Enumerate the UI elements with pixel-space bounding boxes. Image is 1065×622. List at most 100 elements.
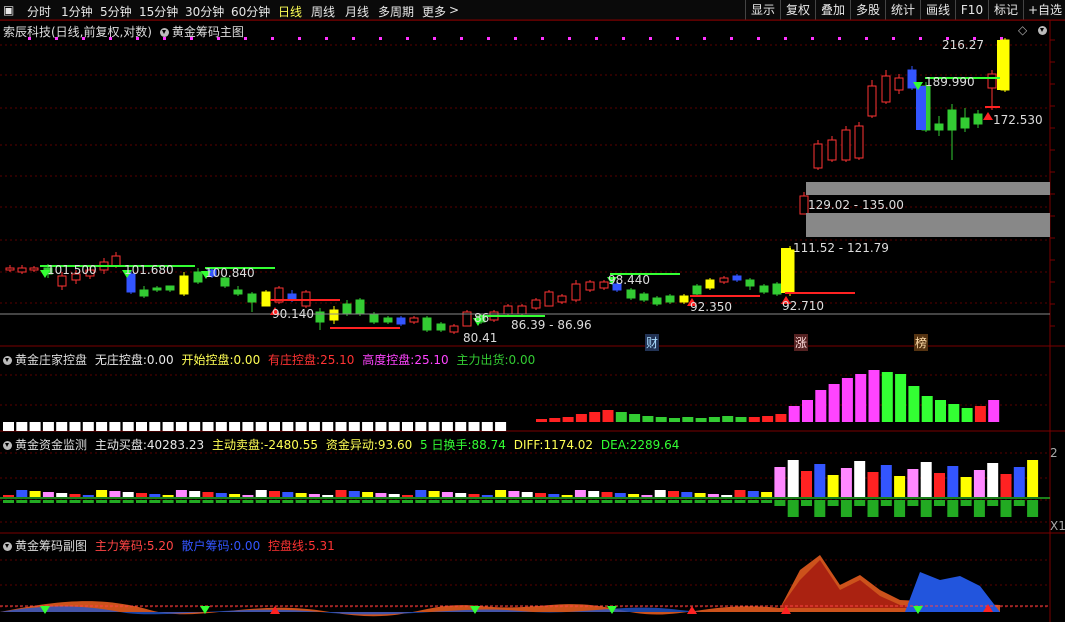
hist-bar bbox=[695, 418, 707, 422]
candle-body bbox=[179, 275, 189, 295]
flow-bar-up bbox=[654, 490, 666, 497]
hist-bar bbox=[428, 422, 440, 431]
candle-body bbox=[705, 279, 715, 289]
hist-bar bbox=[908, 386, 920, 422]
flow-bar-down bbox=[468, 500, 480, 503]
candle-body bbox=[781, 248, 791, 293]
indicator-name[interactable]: 黄金筹码副图 bbox=[15, 539, 87, 553]
legend-label: DIFF: bbox=[513, 438, 544, 452]
signal-dot bbox=[865, 37, 868, 40]
flow-bar-down bbox=[402, 500, 413, 503]
flow-bar-down bbox=[654, 500, 666, 503]
flow-bar-down bbox=[694, 500, 706, 503]
flow-bar-down bbox=[854, 500, 866, 506]
legend-label: 控盘线: bbox=[268, 539, 309, 553]
flow-bar-up bbox=[348, 491, 360, 497]
candle-body bbox=[841, 129, 851, 161]
flow-bar-down bbox=[175, 500, 187, 503]
flow-bar-up bbox=[202, 492, 214, 497]
legend-label: 主动卖盘: bbox=[211, 438, 265, 452]
legend-value: 93.60 bbox=[377, 438, 413, 452]
candle-body bbox=[585, 281, 595, 291]
flow-bar-up bbox=[109, 491, 121, 497]
flow-bar-up bbox=[721, 495, 733, 497]
hist-bar bbox=[362, 422, 374, 431]
event-marker-list[interactable]: 榜 bbox=[914, 334, 929, 351]
hist-bar bbox=[29, 422, 41, 431]
signal-dot bbox=[838, 37, 841, 40]
signal-dot bbox=[784, 37, 787, 40]
candle-body bbox=[772, 283, 782, 295]
candle-body bbox=[854, 125, 864, 159]
flow-bar-up bbox=[694, 493, 706, 497]
flow-bar-up bbox=[242, 495, 254, 497]
hist-bar bbox=[42, 422, 54, 431]
flow-bar-down bbox=[202, 500, 214, 503]
flow-bar-up bbox=[402, 495, 413, 497]
signal-dot bbox=[730, 37, 733, 40]
flow-bar-down bbox=[495, 500, 507, 503]
candle-body bbox=[719, 277, 729, 283]
flow-bar-down bbox=[42, 500, 54, 503]
flow-bar-down bbox=[428, 500, 440, 503]
flow-bar-up bbox=[601, 492, 613, 497]
legend-value: 5.31 bbox=[308, 539, 335, 553]
candle-body bbox=[422, 317, 432, 331]
hist-bar bbox=[56, 422, 68, 431]
candle-body bbox=[355, 299, 365, 315]
event-marker-rise[interactable]: 涨 bbox=[794, 334, 809, 351]
candle-body bbox=[57, 275, 67, 287]
price-label: 80.41 bbox=[463, 331, 498, 345]
signal-dot bbox=[757, 37, 760, 40]
hist-bar bbox=[468, 422, 480, 431]
price-label: 111.52 - 121.79 bbox=[793, 241, 889, 255]
indicator-name[interactable]: 黄金庄家控盘 bbox=[15, 353, 87, 367]
hist-bar bbox=[402, 422, 413, 431]
flow-bar-up bbox=[561, 495, 573, 497]
indicator-menu-icon[interactable] bbox=[3, 542, 12, 551]
flow-bar-down bbox=[1027, 500, 1039, 517]
price-label: 92.710 bbox=[782, 299, 824, 313]
flow-bar-down bbox=[681, 500, 693, 503]
flow-bar-up bbox=[16, 490, 28, 497]
candle-body bbox=[692, 285, 702, 295]
flow-bar-up bbox=[920, 462, 932, 497]
flow-bar-up bbox=[255, 490, 267, 497]
hist-bar bbox=[775, 414, 787, 422]
hist-bar bbox=[762, 416, 774, 422]
flow-bar-down bbox=[947, 500, 959, 517]
flow-bar-up bbox=[295, 493, 307, 497]
chart-menu-icon[interactable] bbox=[1038, 23, 1050, 37]
candle-body bbox=[503, 305, 513, 315]
flow-bar-down bbox=[255, 500, 267, 503]
hist-bar bbox=[948, 404, 960, 422]
indicator-name[interactable]: 黄金筹码主图 bbox=[172, 25, 244, 39]
signal-dot bbox=[244, 37, 247, 40]
hist-bar bbox=[815, 390, 827, 422]
indicator-menu-icon[interactable] bbox=[3, 356, 12, 365]
flow-bar-up bbox=[880, 465, 892, 497]
flow-bar-down bbox=[441, 500, 453, 503]
signal-dot bbox=[568, 37, 571, 40]
flow-bar-down bbox=[801, 500, 812, 506]
flow-bar-down bbox=[761, 500, 773, 503]
signal-dot bbox=[703, 37, 706, 40]
legend-label: 无庄控盘: bbox=[94, 353, 147, 367]
indicator-menu-icon[interactable] bbox=[3, 441, 12, 450]
flow-bar-down bbox=[588, 500, 600, 503]
indicator-name[interactable]: 黄金资金监测 bbox=[15, 438, 87, 452]
candle-body bbox=[867, 85, 877, 117]
legend-label: 主动买盘: bbox=[94, 438, 147, 452]
candle-body bbox=[17, 267, 27, 273]
diamond-icon[interactable]: ◇ bbox=[1018, 23, 1027, 37]
price-label: 92.350 bbox=[690, 300, 732, 314]
candle-body bbox=[531, 299, 541, 309]
hist-bar bbox=[96, 422, 108, 431]
chart-canvas bbox=[0, 19, 1065, 622]
indicator-menu-icon[interactable] bbox=[159, 28, 169, 37]
event-marker-finance[interactable]: 财 bbox=[645, 334, 660, 351]
candle-body bbox=[626, 289, 636, 299]
flow-bar-down bbox=[747, 500, 759, 503]
candle-body bbox=[29, 267, 39, 271]
candle-body bbox=[139, 289, 149, 297]
